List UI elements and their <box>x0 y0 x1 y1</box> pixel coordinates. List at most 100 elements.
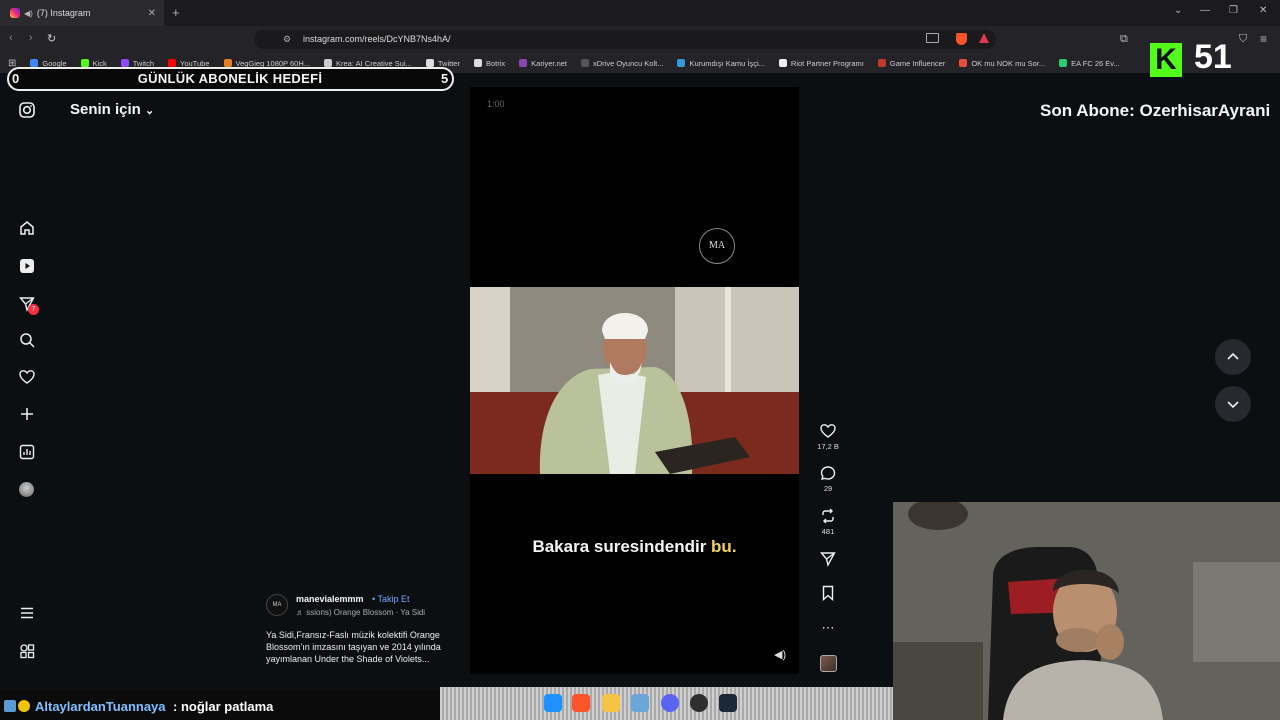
repost-icon <box>822 508 834 524</box>
bookmark-item[interactable]: Riot Partner Programı <box>778 59 864 68</box>
like-button[interactable]: 17,2 B <box>812 423 844 451</box>
search-icon[interactable] <box>17 330 37 350</box>
minimize-icon[interactable]: — <box>1200 5 1210 16</box>
brave-rewards-icon[interactable] <box>979 33 989 43</box>
discord-icon[interactable] <box>661 694 679 712</box>
more-menu-icon[interactable] <box>17 603 37 623</box>
file-explorer-icon[interactable] <box>602 694 620 712</box>
new-tab-button[interactable]: + <box>172 5 180 20</box>
profile-avatar[interactable] <box>19 482 34 497</box>
bookmark-item[interactable]: Botrix <box>473 59 505 68</box>
bookmark-favicon-icon <box>778 59 787 67</box>
chat-message: : noğlar patlama <box>173 699 274 714</box>
reload-icon[interactable]: ↻ <box>47 32 56 45</box>
bookmark-favicon-icon <box>581 59 590 67</box>
feed-selector[interactable]: Senin için ⌄ <box>70 101 154 118</box>
video-subtitle: Bakara suresindendir bu. <box>470 537 799 557</box>
bookmark-favicon-icon <box>324 59 333 67</box>
instagram-logo-icon[interactable] <box>17 100 37 120</box>
moderator-badge-icon <box>4 700 16 712</box>
browser-tab[interactable]: ◀) (7) Instagram ✕ <box>0 0 164 26</box>
bookmark-icon <box>822 585 834 601</box>
restore-icon[interactable]: ❐ <box>1229 5 1238 16</box>
bookmark-favicon-icon <box>425 59 434 67</box>
brave-shield-icon[interactable] <box>956 33 967 45</box>
tab-close-icon[interactable]: ✕ <box>148 8 156 19</box>
share-paper-plane-icon <box>820 552 836 567</box>
bookmark-favicon-icon <box>959 59 968 67</box>
bookmark-favicon-icon <box>677 59 686 67</box>
audio-thumbnail[interactable] <box>820 655 837 672</box>
speaker-icon[interactable]: ◀) <box>24 9 33 18</box>
forward-icon[interactable]: › <box>29 32 33 44</box>
browser-tab-bar <box>0 0 1280 26</box>
tab-title: (7) Instagram <box>36 8 91 18</box>
bookmark-item[interactable]: OK mu NOK mu Sor... <box>959 59 1045 68</box>
reel-timestamp: 1:00 <box>487 99 505 109</box>
follow-button[interactable]: • Takip Et <box>372 594 410 604</box>
save-button[interactable] <box>812 585 844 604</box>
home-icon[interactable] <box>17 218 37 238</box>
bookmark-favicon-icon <box>473 59 482 67</box>
bookmark-item[interactable]: xDrive Oyuncu Kolt... <box>581 59 663 68</box>
bookmark-item[interactable]: Game Influencer <box>877 59 945 68</box>
chevron-down-icon: ⌄ <box>145 105 155 117</box>
heart-icon[interactable] <box>17 367 37 387</box>
extensions-icon[interactable]: ⧉ <box>1120 33 1128 46</box>
goal-max-value: 5 <box>441 71 449 86</box>
more-options-icon[interactable]: ⋯ <box>812 620 844 636</box>
author-avatar[interactable]: MA <box>266 594 288 616</box>
share-button[interactable] <box>812 551 844 570</box>
repost-button[interactable]: 481 <box>812 508 844 536</box>
volume-icon[interactable]: ◀) <box>774 648 786 661</box>
bookmark-favicon-icon <box>168 59 177 67</box>
bookmark-item[interactable]: EA FC 26 Ev... <box>1059 59 1120 68</box>
previous-reel-button[interactable] <box>1215 339 1251 375</box>
subtitle-highlight: bu. <box>711 537 737 556</box>
obs-icon[interactable] <box>690 694 708 712</box>
also-from-meta-icon[interactable] <box>17 641 37 661</box>
bookmark-favicon-icon <box>223 59 232 67</box>
steam-icon[interactable] <box>719 694 737 712</box>
chevron-down-icon <box>1227 401 1239 409</box>
comment-button[interactable]: 29 <box>812 465 844 493</box>
create-plus-icon[interactable] <box>17 404 37 424</box>
window-close-icon[interactable]: ✕ <box>1259 5 1267 16</box>
reels-icon[interactable] <box>17 256 37 276</box>
url-text: instagram.com/reels/DcYNB7Ns4hA/ <box>303 34 451 44</box>
cast-icon[interactable] <box>926 33 939 43</box>
streamer-webcam <box>893 502 1280 720</box>
audio-track-label[interactable]: ♬ ssions) Orange Blossom · Ya Sidi <box>296 608 426 617</box>
site-info-icon[interactable]: ⚙ <box>283 34 291 45</box>
bookmark-favicon-icon <box>30 59 39 67</box>
feed-selector-label: Senin için <box>70 101 141 118</box>
bookmark-item[interactable]: Kariyer.net <box>519 59 567 68</box>
notification-count-badge: 7 <box>28 304 39 315</box>
bookmark-item[interactable]: Kurumdışı Kamu İşçi... <box>677 59 765 68</box>
insights-icon[interactable] <box>17 442 37 462</box>
last-subscriber-label: Son Abone: OzerhisarAyrani <box>1040 101 1271 120</box>
instagram-favicon-icon <box>10 8 20 18</box>
video-frame-imam <box>470 287 799 474</box>
kick-viewer-count: 51 <box>1194 38 1232 76</box>
bookmark-favicon-icon <box>877 59 886 67</box>
comment-bubble-icon <box>820 466 836 480</box>
kick-logo-icon: K <box>1150 43 1182 77</box>
bookmark-favicon-icon <box>1059 59 1068 67</box>
bookmark-favicon-icon <box>80 59 89 67</box>
app-icon[interactable] <box>631 694 649 712</box>
windows-start-icon[interactable] <box>544 694 562 712</box>
bookmark-favicon-icon <box>519 59 528 67</box>
goal-title: GÜNLÜK ABONELİK HEDEFİ <box>137 71 323 86</box>
repost-count: 481 <box>821 527 835 536</box>
author-username[interactable]: manevialemmm <box>296 594 364 604</box>
bookmark-favicon-icon <box>120 59 129 67</box>
tab-list-icon[interactable]: ⌄ <box>1174 5 1182 16</box>
next-reel-button[interactable] <box>1215 386 1251 422</box>
like-count: 17,2 B <box>817 442 839 451</box>
subtitle-text: Bakara suresindendir <box>532 537 707 556</box>
chat-username: AltaylardanTuannaya <box>35 699 166 714</box>
brave-browser-icon[interactable] <box>572 694 590 712</box>
back-icon[interactable]: ‹ <box>9 32 13 44</box>
post-caption[interactable]: Ya Sidi,Fransız-Faslı müzik kolektifi Or… <box>266 629 446 665</box>
